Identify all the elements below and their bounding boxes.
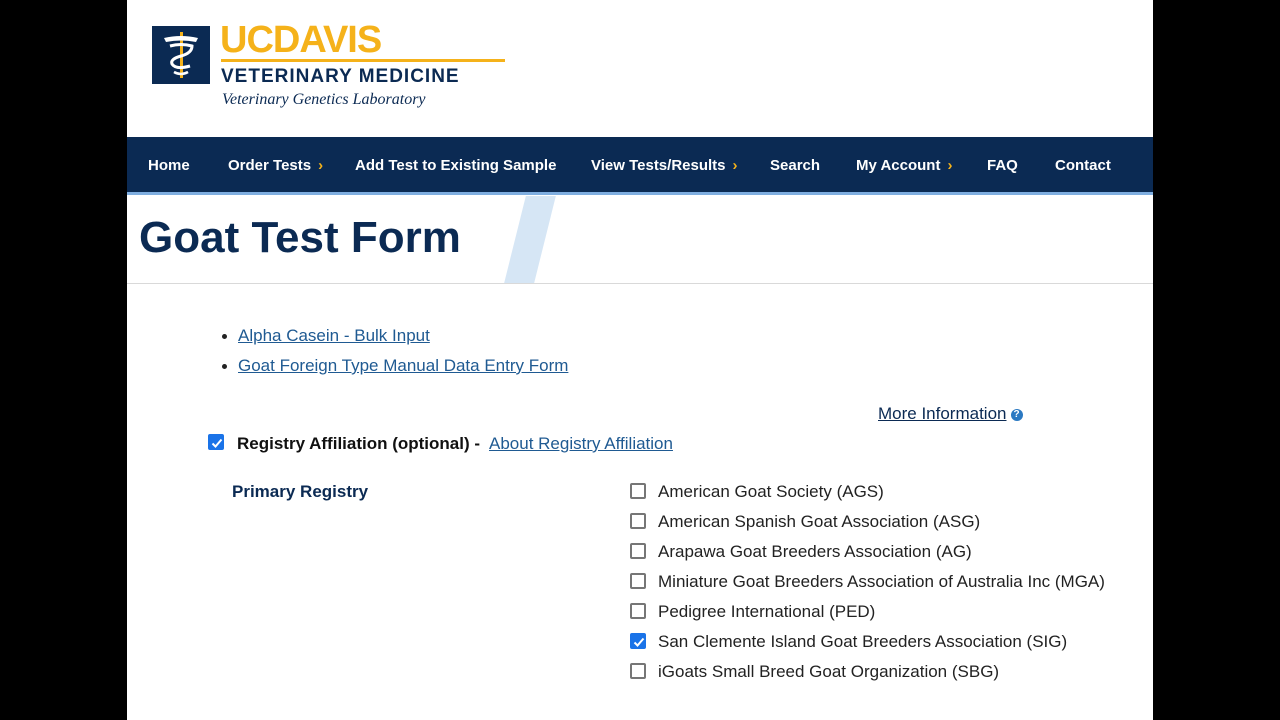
more-information-link[interactable]: More Information? (878, 404, 1023, 424)
question-circle-icon: ? (1010, 408, 1023, 421)
nav-label: View Tests/Results (591, 157, 726, 174)
primary-registry-label: Primary Registry (232, 482, 369, 501)
registry-option-label[interactable]: Arapawa Goat Breeders Association (AG) (658, 542, 972, 562)
nav-item-my-account[interactable]: My Account › (856, 137, 952, 195)
registry-checkbox[interactable] (630, 483, 646, 499)
brand-rule (221, 59, 505, 62)
main-nav: Home Order Tests › Add Test to Existing S… (127, 137, 1153, 195)
registry-checkbox[interactable] (630, 573, 646, 589)
page-title: Goat Test Form (139, 213, 461, 262)
nav-item-contact[interactable]: Contact (1055, 137, 1111, 195)
separator: - (474, 434, 481, 453)
brand-wordmark: UCDAVIS (220, 19, 382, 61)
bullet-icon (222, 334, 227, 339)
registry-affiliation-checkbox[interactable] (208, 434, 224, 450)
decorative-stripe (504, 196, 556, 283)
brand-lab: Veterinary Genetics Laboratory (222, 91, 426, 108)
page: UCDAVIS VETERINARY MEDICINE Veterinary G… (127, 0, 1153, 720)
nav-item-home[interactable]: Home (148, 137, 190, 195)
nav-item-order-tests[interactable]: Order Tests › (228, 137, 323, 195)
foreign-type-form-link[interactable]: Goat Foreign Type Manual Data Entry Form (238, 352, 568, 380)
registry-checkbox[interactable] (630, 663, 646, 679)
about-registry-affiliation-link[interactable]: About Registry Affiliation (489, 434, 673, 454)
nav-label: FAQ (987, 157, 1018, 174)
brand-school: VETERINARY MEDICINE (221, 66, 460, 87)
more-information-label: More Information (878, 404, 1007, 423)
chevron-right-icon: › (732, 157, 738, 174)
nav-label: Home (148, 157, 190, 174)
registry-checkbox[interactable] (630, 543, 646, 559)
ucdavis-vetmed-logo[interactable]: UCDAVIS VETERINARY MEDICINE Veterinary G… (152, 20, 505, 116)
registry-checkbox[interactable] (630, 633, 646, 649)
nav-item-faq[interactable]: FAQ (987, 137, 1018, 195)
nav-label: Add Test to Existing Sample (355, 157, 557, 174)
alpha-casein-link[interactable]: Alpha Casein - Bulk Input (238, 322, 430, 350)
registry-checkbox[interactable] (630, 513, 646, 529)
registry-option-label[interactable]: American Goat Society (AGS) (658, 482, 884, 502)
registry-option-label[interactable]: Miniature Goat Breeders Association of A… (658, 572, 1105, 592)
registry-affiliation-label: Registry Affiliation (optional) - (237, 434, 480, 454)
title-bar: Goat Test Form (127, 196, 1153, 284)
nav-label: Order Tests (228, 157, 312, 174)
bullet-icon (222, 364, 227, 369)
nav-label: Search (770, 157, 821, 174)
nav-label: My Account (856, 157, 941, 174)
chevron-right-icon: › (947, 157, 953, 174)
nav-item-add-test[interactable]: Add Test to Existing Sample (355, 137, 556, 195)
brand-uc: UC (220, 19, 274, 61)
chevron-right-icon: › (318, 157, 324, 174)
registry-option-label[interactable]: iGoats Small Breed Goat Organization (SB… (658, 662, 999, 682)
caduceus-seal-icon (152, 26, 210, 84)
registry-option-label[interactable]: American Spanish Goat Association (ASG) (658, 512, 980, 532)
nav-item-search[interactable]: Search (770, 137, 820, 195)
registry-option-label[interactable]: Pedigree International (PED) (658, 602, 875, 622)
brand-davis: DAVIS (272, 19, 382, 61)
registry-option-label[interactable]: San Clemente Island Goat Breeders Associ… (658, 632, 1067, 652)
nav-item-view-tests[interactable]: View Tests/Results › (591, 137, 738, 195)
registry-affiliation-text: Registry Affiliation (optional) (237, 434, 470, 453)
nav-label: Contact (1055, 157, 1111, 174)
registry-checkbox[interactable] (630, 603, 646, 619)
